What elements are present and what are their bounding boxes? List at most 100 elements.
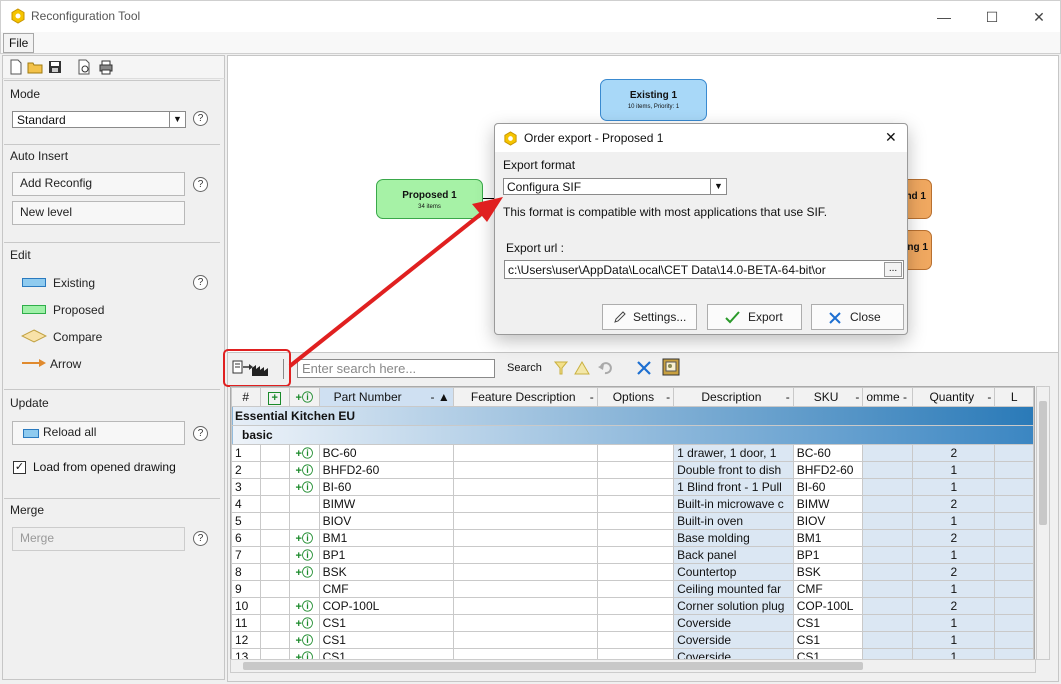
row-add-cell[interactable] xyxy=(259,546,290,564)
feature-description-cell[interactable] xyxy=(452,478,598,496)
description-cell[interactable]: Ceiling mounted far xyxy=(673,580,794,598)
table-row[interactable]: 5 BIOV Built-in oven BIOV 1 xyxy=(231,512,1034,530)
minimize-button[interactable]: — xyxy=(926,5,962,29)
part-number-cell[interactable]: BSK xyxy=(318,563,454,581)
part-number-cell[interactable]: CS1 xyxy=(318,631,454,649)
description-cell[interactable]: Countertop xyxy=(673,563,794,581)
part-number-cell[interactable]: BIMW xyxy=(318,495,454,513)
row-info-cell[interactable]: +ⓘ xyxy=(288,614,320,632)
options-cell[interactable] xyxy=(596,563,675,581)
description-cell[interactable]: Base molding xyxy=(673,529,794,547)
options-cell[interactable] xyxy=(596,546,675,564)
part-number-cell[interactable]: BIOV xyxy=(318,512,454,530)
sku-cell[interactable]: BIOV xyxy=(792,512,864,530)
last-cell[interactable] xyxy=(994,444,1034,462)
row-number-cell[interactable]: 11 xyxy=(231,614,261,632)
row-number-cell[interactable]: 10 xyxy=(231,597,261,615)
sku-cell[interactable]: BM1 xyxy=(792,529,864,547)
feature-description-cell[interactable] xyxy=(452,563,598,581)
last-cell[interactable] xyxy=(994,512,1034,530)
last-cell[interactable] xyxy=(994,597,1034,615)
row-info-cell[interactable]: +ⓘ xyxy=(288,546,320,564)
table-row[interactable]: 7 +ⓘ BP1 Back panel BP1 1 xyxy=(231,546,1034,564)
description-cell[interactable]: Back panel xyxy=(673,546,794,564)
row-info-cell[interactable] xyxy=(288,512,320,530)
sku-cell[interactable]: BI-60 xyxy=(792,478,864,496)
options-cell[interactable] xyxy=(596,597,675,615)
row-number-cell[interactable]: 2 xyxy=(231,461,261,479)
row-add-cell[interactable] xyxy=(259,597,290,615)
add-info-icon[interactable]: +ⓘ xyxy=(296,465,313,477)
comment-cell[interactable] xyxy=(862,631,914,649)
row-number-cell[interactable]: 8 xyxy=(231,563,261,581)
quantity-cell[interactable]: 2 xyxy=(912,495,996,513)
undo-icon[interactable] xyxy=(597,360,613,376)
table-row[interactable]: 12 +ⓘ CS1 Coverside CS1 1 xyxy=(231,631,1034,649)
vertical-scroll-thumb[interactable] xyxy=(1039,401,1047,525)
sku-cell[interactable]: BIMW xyxy=(792,495,864,513)
quantity-cell[interactable]: 2 xyxy=(912,563,996,581)
col-quantity[interactable]: Quantity - xyxy=(912,387,996,407)
export-button[interactable]: Export xyxy=(707,304,802,330)
description-cell[interactable]: Double front to dish xyxy=(673,461,794,479)
options-cell[interactable] xyxy=(596,631,675,649)
add-info-icon[interactable]: +ⓘ xyxy=(296,533,313,545)
sku-cell[interactable]: BC-60 xyxy=(792,444,864,462)
add-reconfig-button[interactable]: Add Reconfig xyxy=(12,172,185,196)
description-cell[interactable]: Coverside xyxy=(673,614,794,632)
comment-cell[interactable] xyxy=(862,546,914,564)
row-info-cell[interactable]: +ⓘ xyxy=(288,478,320,496)
update-help-icon[interactable]: ? xyxy=(193,426,208,441)
options-cell[interactable] xyxy=(596,512,675,530)
add-info-icon[interactable]: +ⓘ xyxy=(296,448,313,460)
sku-cell[interactable]: BHFD2-60 xyxy=(792,461,864,479)
comment-cell[interactable] xyxy=(862,461,914,479)
add-reconfig-help-icon[interactable]: ? xyxy=(193,177,208,192)
mode-select[interactable]: Standard ▼ xyxy=(12,111,186,128)
row-info-cell[interactable]: +ⓘ xyxy=(288,529,320,547)
col-last[interactable]: L xyxy=(994,387,1034,407)
table-row[interactable]: 8 +ⓘ BSK Countertop BSK 2 xyxy=(231,563,1034,581)
subgroup-row[interactable]: basic xyxy=(231,425,1034,445)
feature-description-cell[interactable] xyxy=(452,495,598,513)
comment-cell[interactable] xyxy=(862,512,914,530)
table-row[interactable]: 2 +ⓘ BHFD2-60 Double front to dish BHFD2-60 1 xyxy=(231,461,1034,479)
sku-cell[interactable]: CMF xyxy=(792,580,864,598)
save-icon[interactable] xyxy=(47,59,63,75)
comment-cell[interactable] xyxy=(862,580,914,598)
quantity-cell[interactable]: 1 xyxy=(912,580,996,598)
table-row[interactable]: 3 +ⓘ BI-60 1 Blind front - 1 Pull BI-60 1 xyxy=(231,478,1034,496)
col-description[interactable]: Description - xyxy=(673,387,794,407)
row-number-cell[interactable]: 3 xyxy=(231,478,261,496)
description-cell[interactable]: 1 drawer, 1 door, 1 xyxy=(673,444,794,462)
options-cell[interactable] xyxy=(596,614,675,632)
new-file-icon[interactable] xyxy=(8,59,24,75)
quantity-cell[interactable]: 1 xyxy=(912,461,996,479)
row-number-cell[interactable]: 4 xyxy=(231,495,261,513)
row-add-cell[interactable] xyxy=(259,512,290,530)
quantity-cell[interactable]: 2 xyxy=(912,529,996,547)
print-icon[interactable] xyxy=(98,59,114,75)
description-cell[interactable]: 1 Blind front - 1 Pull xyxy=(673,478,794,496)
row-number-cell[interactable]: 12 xyxy=(231,631,261,649)
quantity-cell[interactable]: 1 xyxy=(912,478,996,496)
quantity-cell[interactable]: 1 xyxy=(912,512,996,530)
add-info-icon[interactable]: +ⓘ xyxy=(296,618,313,630)
feature-description-cell[interactable] xyxy=(452,461,598,479)
row-add-cell[interactable] xyxy=(259,529,290,547)
quantity-cell[interactable]: 2 xyxy=(912,444,996,462)
feature-description-cell[interactable] xyxy=(452,444,598,462)
col-part-number[interactable]: Part Number - ▲ xyxy=(318,387,454,407)
feature-description-cell[interactable] xyxy=(452,597,598,615)
last-cell[interactable] xyxy=(994,546,1034,564)
feature-description-cell[interactable] xyxy=(452,580,598,598)
part-number-cell[interactable]: BM1 xyxy=(318,529,454,547)
chevron-down-icon[interactable]: ▼ xyxy=(169,112,185,127)
print-preview-icon[interactable] xyxy=(76,59,92,75)
col-feature-description[interactable]: Feature Description - xyxy=(452,387,598,407)
row-info-cell[interactable]: +ⓘ xyxy=(288,563,320,581)
options-cell[interactable] xyxy=(596,529,675,547)
add-info-icon[interactable]: +ⓘ xyxy=(296,550,313,562)
part-number-cell[interactable]: COP-100L xyxy=(318,597,454,615)
col-add[interactable]: + xyxy=(259,387,290,407)
